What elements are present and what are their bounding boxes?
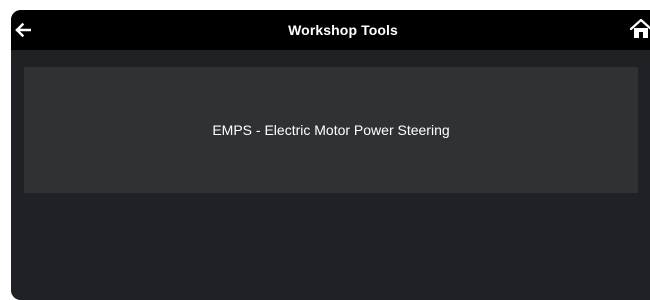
tool-item-label: EMPS - Electric Motor Power Steering — [212, 122, 450, 138]
tools-list: EMPS - Electric Motor Power Steering — [11, 50, 650, 300]
app-screen: Workshop Tools EMPS - Electric Motor Pow… — [11, 10, 650, 300]
tool-item-emps[interactable]: EMPS - Electric Motor Power Steering — [24, 67, 638, 193]
back-button[interactable] — [11, 18, 35, 42]
home-button[interactable] — [628, 16, 650, 42]
home-icon — [629, 18, 650, 38]
top-bar: Workshop Tools — [11, 10, 650, 50]
page-title: Workshop Tools — [288, 22, 398, 38]
arrow-left-icon — [15, 22, 31, 38]
